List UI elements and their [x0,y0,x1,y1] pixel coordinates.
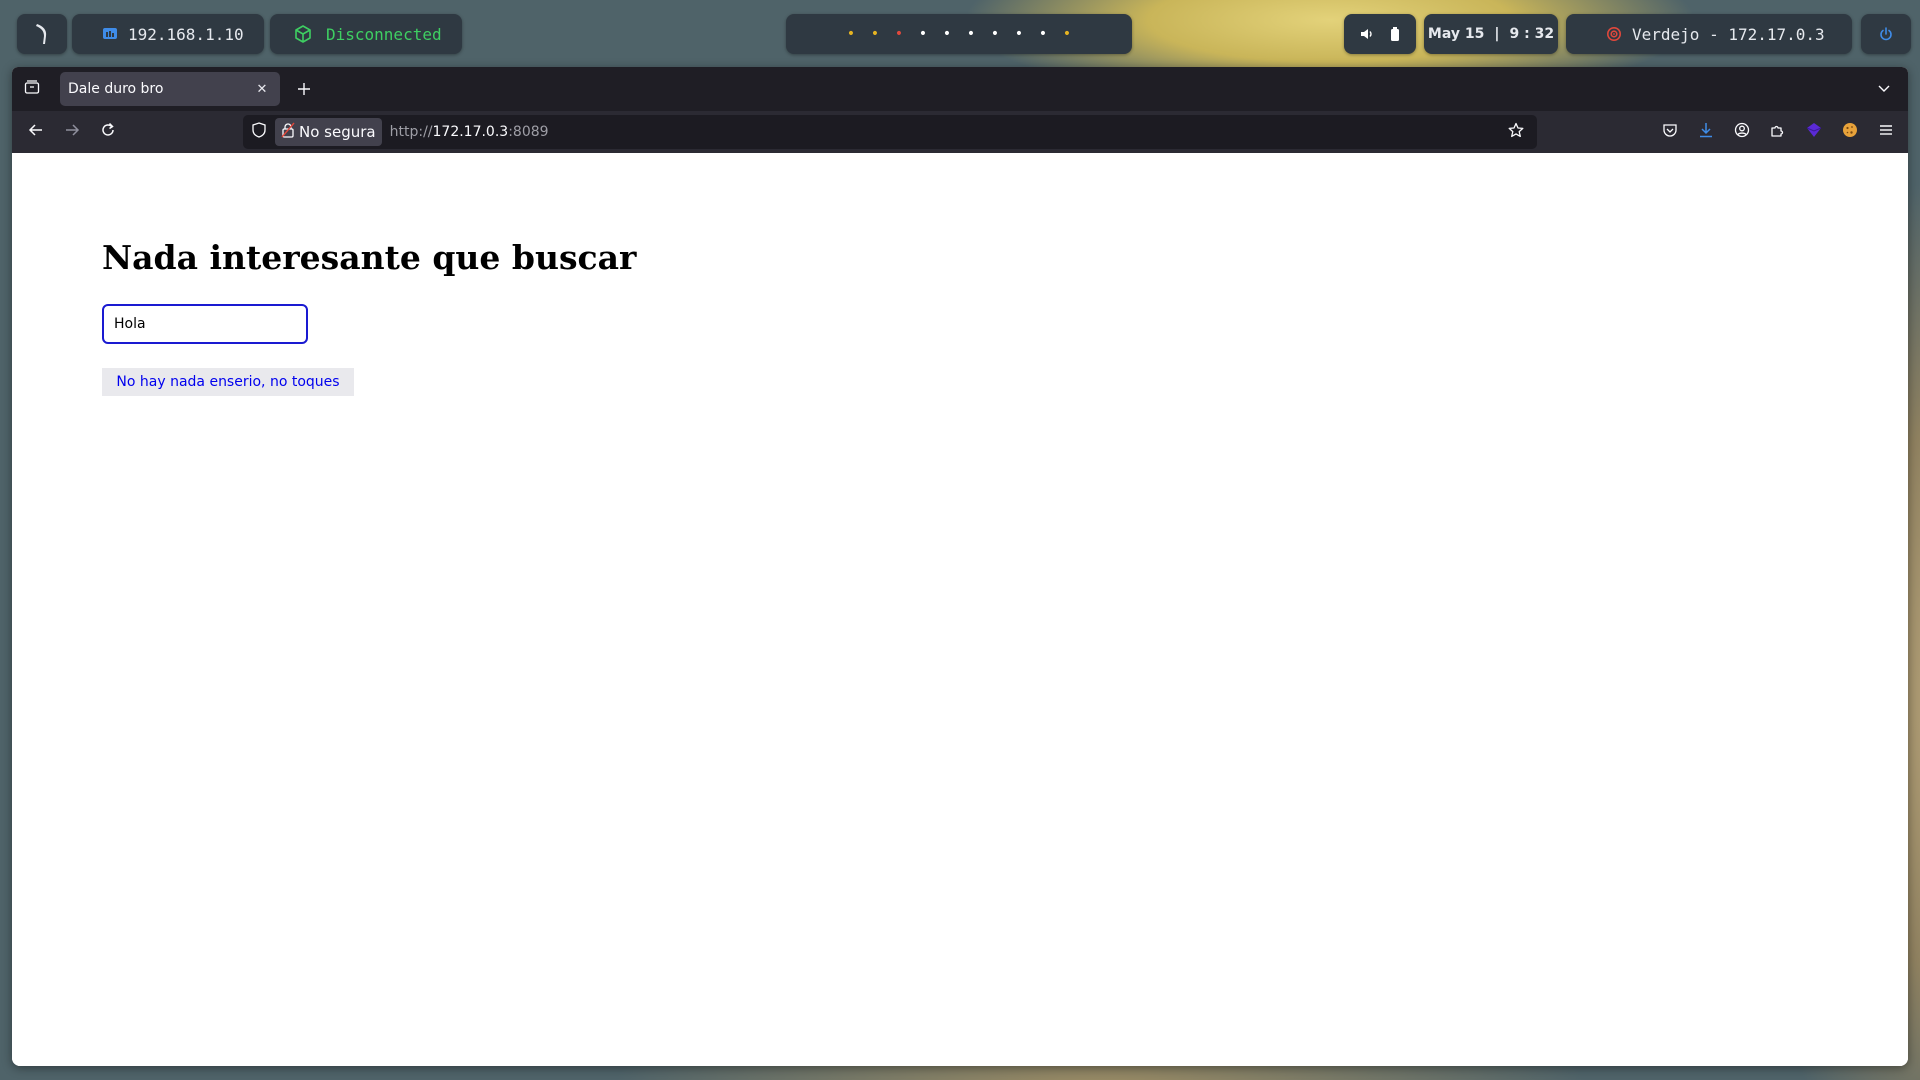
app-launcher-button[interactable] [17,14,67,54]
account-button[interactable] [1724,114,1760,150]
site-security-button[interactable]: No segura [275,118,382,146]
workspace-dot-3[interactable]: • [887,14,911,54]
clock-separator: | [1494,26,1500,42]
url-suffix: :8089 [508,124,549,140]
reload-icon [100,122,116,142]
workspace-dot-8[interactable]: • [1007,14,1031,54]
tab-title: Dale duro bro [68,81,164,97]
power-icon [1879,27,1893,41]
workspace-dot-2[interactable]: • [863,14,887,54]
download-icon [1698,122,1714,142]
new-tab-button[interactable] [286,71,322,107]
forward-button[interactable] [54,114,90,150]
security-label: No segura [299,123,376,141]
chevron-down-icon [1877,80,1891,99]
workspace-dot-10[interactable]: • [1055,14,1079,54]
workspace-dot-1[interactable]: • [839,14,863,54]
url-text[interactable]: http://172.17.0.3:8089 [390,124,549,140]
cookie-editor-button[interactable] [1832,114,1868,150]
vpn-status: Disconnected [326,24,442,44]
list-all-tabs-button[interactable] [1866,67,1902,111]
menu-icon [1878,122,1894,142]
toolbar-right [1652,114,1904,150]
star-icon [1508,122,1524,142]
page-content: Nada interesante que buscar No hay nada … [12,153,1908,1066]
clock[interactable]: May 15 | 9 : 32 [1424,14,1558,54]
pocket-icon [1662,122,1678,142]
page-title: Nada interesante que buscar [102,238,637,277]
vpn-cube-icon [294,25,312,43]
app-menu-button[interactable] [1868,114,1904,150]
workspace-dot-6[interactable]: • [959,14,983,54]
navigation-toolbar: No segura http://172.17.0.3:8089 [12,111,1908,153]
target-indicator[interactable]: Verdejo - 172.17.0.3 [1566,14,1852,54]
browser-window: Dale duro bro ✕ No segura http://172.17.… [12,67,1908,1066]
extensions-button[interactable] [1760,114,1796,150]
url-bar[interactable]: No segura http://172.17.0.3:8089 [243,115,1537,149]
extensions-icon [1770,122,1786,142]
reload-button[interactable] [90,114,126,150]
url-prefix: http:// [389,124,433,140]
target-label: Verdejo - 172.17.0.3 [1632,24,1825,44]
tracking-protection-button[interactable] [243,122,275,142]
lock-icon [281,122,295,142]
volume-icon[interactable] [1360,27,1374,41]
time-label: 9 : 32 [1509,26,1555,42]
close-icon[interactable]: ✕ [252,82,272,97]
ip-address: 192.168.1.10 [128,24,244,44]
cookie-icon [1842,122,1858,142]
wappalyzer-button[interactable] [1796,114,1832,150]
workspace-dot-4[interactable]: • [911,14,935,54]
plus-icon [297,77,311,102]
workspace-dot-7[interactable]: • [983,14,1007,54]
shield-icon [252,122,266,142]
back-button[interactable] [18,114,54,150]
vpn-indicator[interactable]: Disconnected [270,14,462,54]
app-logo-icon [33,22,51,46]
network-icon [102,26,118,42]
date-label: May 15 [1427,26,1485,42]
target-icon [1606,26,1622,42]
tab-manager-button[interactable] [12,67,52,111]
search-input[interactable] [102,304,308,344]
ip-indicator[interactable]: 192.168.1.10 [72,14,264,54]
tab-manager-icon [24,79,40,99]
tab-bar: Dale duro bro ✕ [12,67,1908,111]
pocket-button[interactable] [1652,114,1688,150]
workspace-dot-9[interactable]: • [1031,14,1055,54]
wappalyzer-icon [1806,122,1822,142]
back-arrow-icon [28,122,44,142]
battery-icon[interactable] [1390,27,1400,41]
downloads-button[interactable] [1688,114,1724,150]
url-host: 172.17.0.3 [432,124,509,140]
workspace-dot-5[interactable]: • [935,14,959,54]
workspace-switcher[interactable]: • • • • • • • • • • [786,14,1132,54]
nothing-here-button[interactable]: No hay nada enserio, no toques [102,368,354,396]
tab-active[interactable]: Dale duro bro ✕ [60,72,280,106]
power-button[interactable] [1861,14,1911,54]
account-icon [1734,122,1750,142]
system-tray[interactable] [1344,14,1416,54]
forward-arrow-icon [64,122,80,142]
bookmark-button[interactable] [1501,115,1531,149]
